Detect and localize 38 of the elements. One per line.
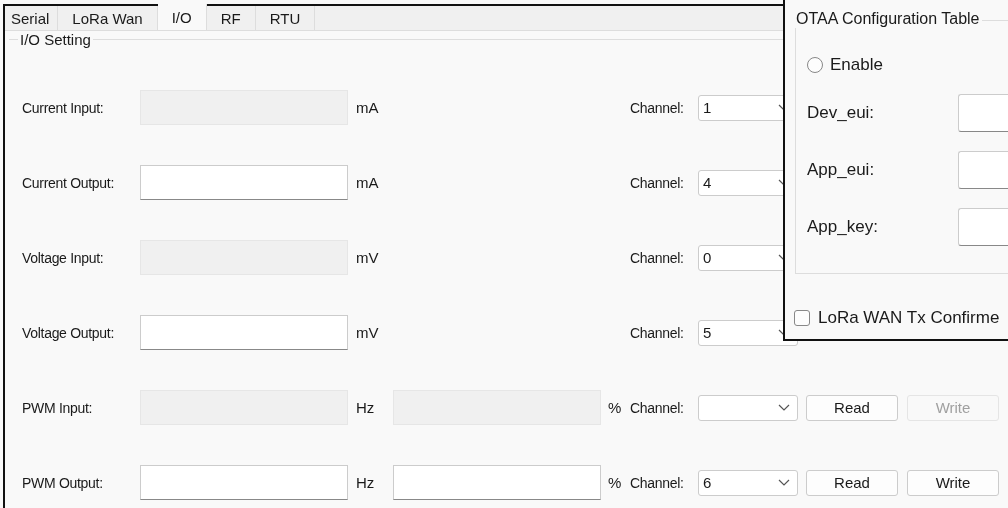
field-label: App_eui: [806,160,876,180]
unit-label: % [607,474,623,491]
field-label: Current Input: [22,99,105,116]
channel-label: Channel: [630,399,685,416]
write-button[interactable]: Write [907,469,999,496]
input-field[interactable] [140,315,348,350]
unit-label: mV [355,324,380,341]
group-title: I/O Setting [19,31,92,48]
input-field[interactable] [140,165,348,200]
field-label: Dev_eui: [806,103,876,123]
channel-dropdown[interactable]: 6 [698,469,798,496]
group-title: OTAA Configuration Table [794,10,982,28]
checkbox[interactable] [794,310,810,326]
field-label: Current Output: [22,174,115,191]
channel-label: Channel: [630,474,685,491]
unit-label: Hz [355,474,376,491]
unit-label: mV [355,249,380,266]
channel-label: Channel: [630,324,685,341]
channel-label: Channel: [630,249,685,266]
read-button[interactable]: Read [806,394,898,421]
field-label: App_key: [806,217,879,237]
field-label: PWM Input: [22,399,94,416]
unit-label: Hz [355,399,376,416]
radio-button[interactable] [807,57,823,73]
unit-label: % [607,399,623,416]
field-label: PWM Output: [22,474,104,491]
unit-label: mA [355,174,380,191]
unit-label: mA [355,99,380,116]
input-field[interactable] [140,465,348,500]
input-field[interactable] [393,465,601,500]
field-label: Voltage Input: [22,249,105,266]
field-label: Voltage Output: [22,324,116,341]
checkbox-label: LoRa WAN Tx Confirme [818,308,1000,328]
channel-label: Channel: [630,99,685,116]
channel-label: Channel: [630,174,685,191]
read-button[interactable]: Read [806,469,898,496]
tab[interactable]: I/O [157,4,207,30]
radio-label: Enable [830,55,883,75]
